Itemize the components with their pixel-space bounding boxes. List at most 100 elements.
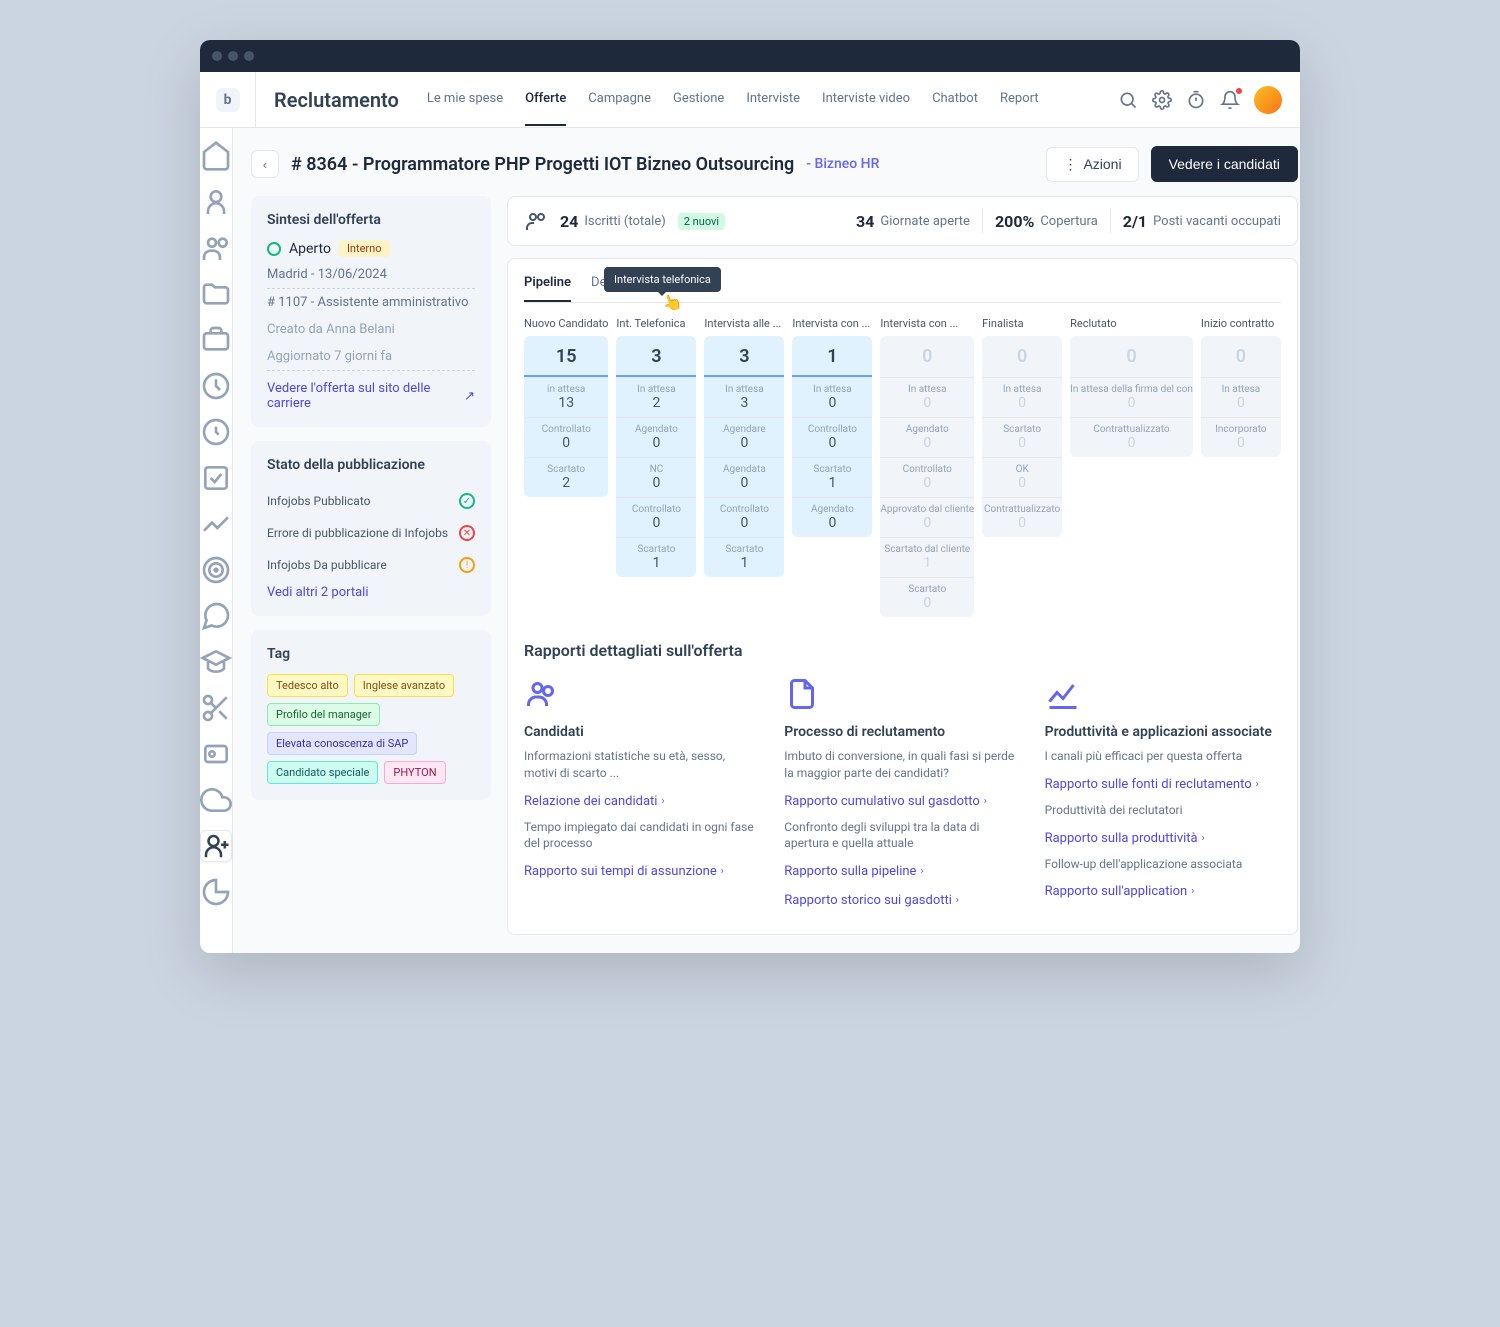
side-message-icon[interactable] [200,600,232,632]
side-target-icon[interactable] [200,554,232,586]
side-cloud-icon[interactable] [200,784,232,816]
nav-campagne[interactable]: Campagne [588,73,651,126]
user-avatar[interactable] [1254,86,1282,114]
link-hiring-time-report[interactable]: Rapporto sui tempi di assunzione › [524,864,724,879]
side-home-icon[interactable] [200,140,232,172]
nav-spese[interactable]: Le mie spese [427,73,503,126]
pipeline-stage-header[interactable]: Intervista alle ... [704,317,784,330]
pipeline-stage-header[interactable]: Intervista con ... [880,317,974,330]
pipeline-stage-count[interactable]: 15 [524,336,608,377]
pipeline-substage[interactable]: Scartato1 [704,537,784,577]
pipeline-stage-count[interactable]: 1 [792,336,872,377]
pipeline-substage[interactable]: Controllato0 [524,417,608,457]
tag-item[interactable]: Tedesco alto [267,674,348,697]
side-badge-icon[interactable] [200,738,232,770]
link-sources-report[interactable]: Rapporto sulle fonti di reclutamento › [1045,777,1259,792]
pipeline-substage[interactable]: Scartato dal cliente1 [880,537,974,577]
gear-icon[interactable] [1152,90,1172,110]
side-pie-icon[interactable] [200,876,232,908]
tab-pipeline[interactable]: Pipeline [524,275,571,302]
side-user-icon[interactable] [200,186,232,218]
pipeline-stage-header[interactable]: Finalista [982,317,1062,330]
pipeline-substage[interactable]: Agendato0 [880,417,974,457]
pipeline-stage-header[interactable]: Reclutato [1070,317,1193,330]
pipeline-substage[interactable]: Scartato0 [982,417,1062,457]
side-users-icon[interactable] [200,232,232,264]
pipeline-stage-count[interactable]: 0 [982,336,1062,377]
tag-item[interactable]: Profilo del manager [267,703,380,726]
tag-item[interactable]: Elevata conoscenza di SAP [267,732,417,755]
pipeline-substage[interactable]: Controllato0 [792,417,872,457]
view-candidates-button[interactable]: Vedere i candidati [1151,146,1298,182]
side-grad-icon[interactable] [200,646,232,678]
side-clock-icon[interactable] [200,370,232,402]
actions-button[interactable]: ⋮Azioni [1046,147,1138,182]
tag-item[interactable]: Candidato speciale [267,761,378,784]
pipeline-substage[interactable]: Scartato1 [792,457,872,497]
pipeline-substage[interactable]: Controllato0 [616,497,696,537]
timer-icon[interactable] [1186,90,1206,110]
link-historic-pipeline[interactable]: Rapporto storico sui gasdotti › [784,893,959,908]
nav-interviste-video[interactable]: Interviste video [822,73,910,126]
pipeline-substage[interactable]: Agendato0 [616,417,696,457]
window-control[interactable] [244,51,254,61]
pipeline-substage[interactable]: NC0 [616,457,696,497]
nav-gestione[interactable]: Gestione [673,73,724,126]
window-control[interactable] [228,51,238,61]
pipeline-substage[interactable]: Scartato2 [524,457,608,497]
pipeline-substage[interactable]: In attesa0 [982,377,1062,417]
side-check-square-icon[interactable] [200,462,232,494]
pipeline-substage[interactable]: Agendata0 [704,457,784,497]
pipeline-substage[interactable]: In attesa0 [1201,377,1281,417]
pipeline-substage[interactable]: Controllato0 [704,497,784,537]
pipeline-substage[interactable]: Contrattualizzato0 [1070,417,1193,457]
pipeline-substage[interactable]: Scartato0 [880,577,974,617]
pipeline-substage[interactable]: In attesa della firma del con0 [1070,377,1193,417]
pipeline-stage-count[interactable]: 3 [616,336,696,377]
link-application-report[interactable]: Rapporto sull'application › [1045,884,1195,899]
pipeline-substage[interactable]: in attesa13 [524,377,608,417]
pipeline-substage[interactable]: Controllato0 [880,457,974,497]
bell-icon[interactable] [1220,90,1240,110]
pipeline-substage[interactable]: OK0 [982,457,1062,497]
tag-item[interactable]: Inglese avanzato [354,674,454,697]
pipeline-stage-header[interactable]: Intervista con ... [792,317,872,330]
pipeline-stage-count[interactable]: 0 [880,336,974,377]
side-recruit-icon[interactable] [200,830,232,862]
back-button[interactable]: ‹ [251,150,279,178]
side-chart-icon[interactable] [200,508,232,540]
window-control[interactable] [212,51,222,61]
pipeline-substage[interactable]: In attesa3 [704,377,784,417]
pipeline-substage[interactable]: In attesa0 [792,377,872,417]
pipeline-substage[interactable]: Contrattualizzato0 [982,497,1062,537]
pipeline-stage-count[interactable]: 0 [1070,336,1193,377]
nav-offerte[interactable]: Offerte [525,73,566,126]
nav-report[interactable]: Report [1000,73,1039,126]
pipeline-stage-header[interactable]: Nuovo Candidato [524,317,608,330]
nav-interviste[interactable]: Interviste [746,73,800,126]
more-portals-link[interactable]: Vedi altri 2 portali [267,585,369,600]
pipeline-substage[interactable]: Agendare0 [704,417,784,457]
pipeline-stage-count[interactable]: 0 [1201,336,1281,377]
app-logo-icon[interactable]: b [216,88,240,112]
pipeline-substage[interactable]: In attesa2 [616,377,696,417]
link-pipeline-report[interactable]: Rapporto sulla pipeline › [784,864,923,879]
career-site-link[interactable]: Vedere l'offerta sul sito delle carriere… [267,381,475,411]
pipeline-substage[interactable]: Agendato0 [792,497,872,537]
nav-chatbot[interactable]: Chatbot [932,73,978,126]
pipeline-substage[interactable]: Incorporato0 [1201,417,1281,457]
link-candidate-report[interactable]: Relazione dei candidati › [524,794,664,809]
pipeline-stage-count[interactable]: 3 [704,336,784,377]
tag-item[interactable]: PHYTON [384,761,445,784]
pipeline-stage-header[interactable]: Int. Telefonica [616,317,696,330]
side-folder-icon[interactable] [200,278,232,310]
search-icon[interactable] [1118,90,1138,110]
side-briefcase-icon[interactable] [200,324,232,356]
link-cumulative-pipeline[interactable]: Rapporto cumulativo sul gasdotto › [784,794,987,809]
side-history-icon[interactable] [200,416,232,448]
pipeline-substage[interactable]: Scartato1 [616,537,696,577]
side-scissors-icon[interactable] [200,692,232,724]
pipeline-substage[interactable]: Approvato dal cliente0 [880,497,974,537]
pipeline-substage[interactable]: In attesa0 [880,377,974,417]
pipeline-stage-header[interactable]: Inizio contratto [1201,317,1281,330]
